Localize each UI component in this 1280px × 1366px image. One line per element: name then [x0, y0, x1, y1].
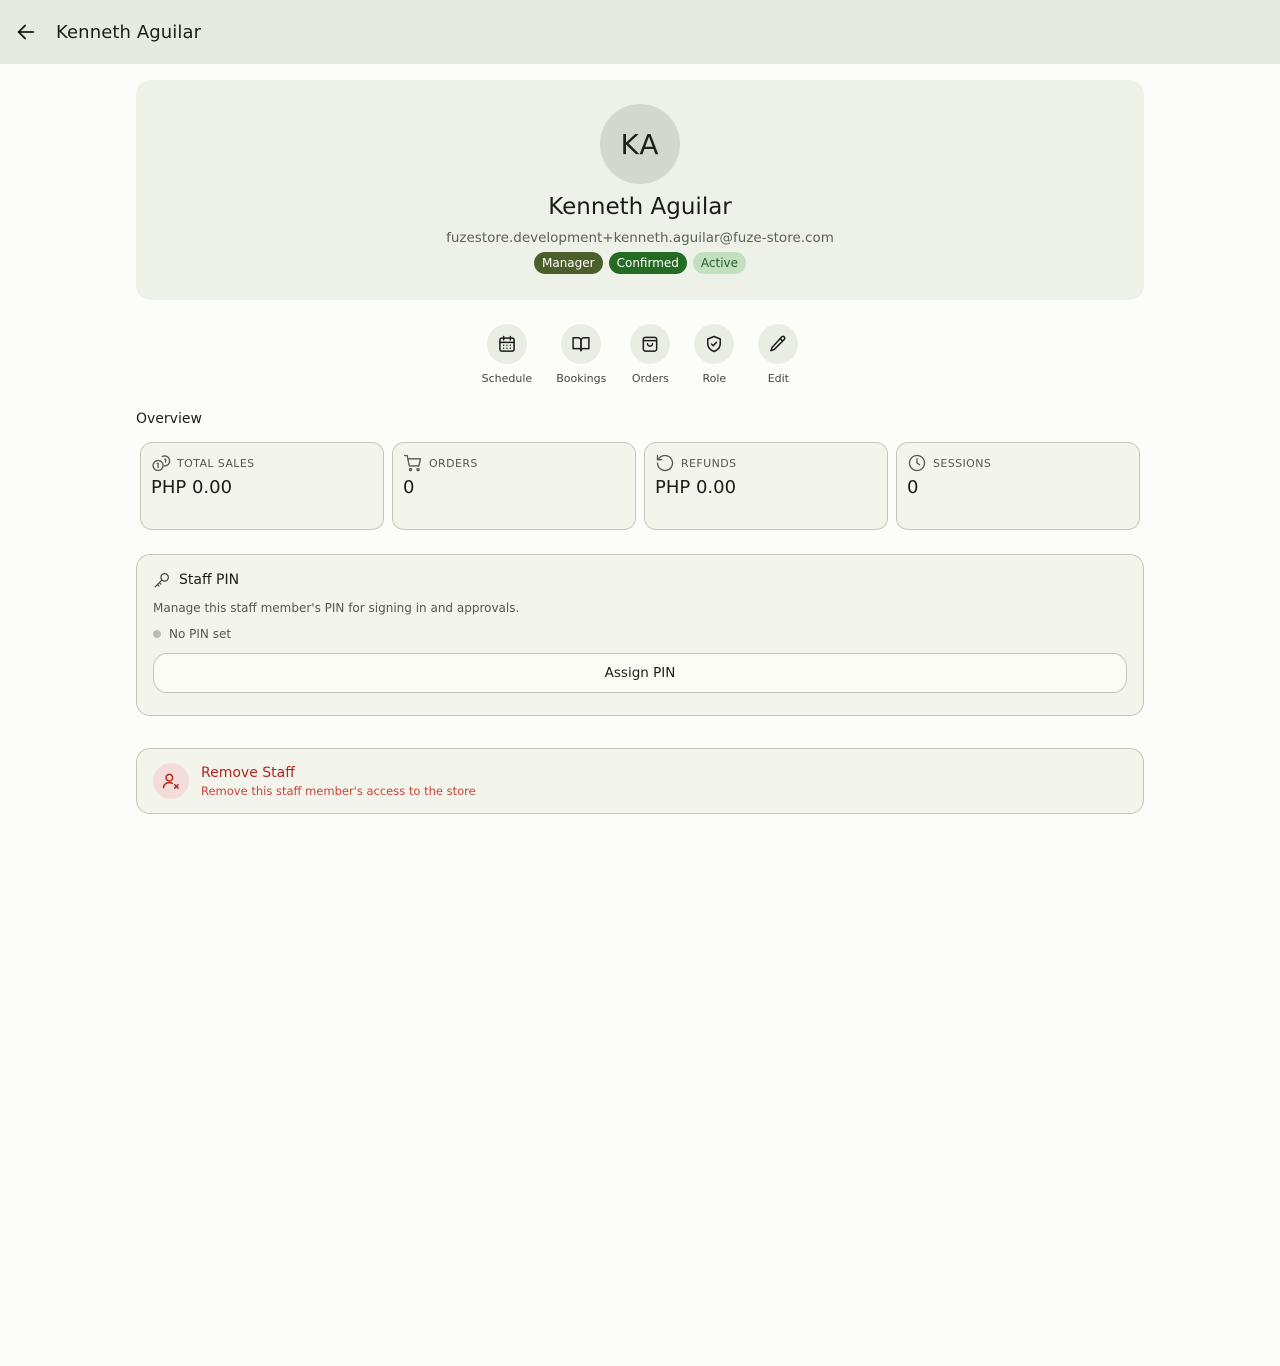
assign-pin-button[interactable]: Assign PIN: [153, 653, 1127, 693]
app-bar: Kenneth Aguilar: [0, 0, 1280, 64]
stat-orders: ORDERS 0: [392, 442, 636, 530]
pin-status-text: No PIN set: [169, 627, 232, 641]
staff-pin-card: Staff PIN Manage this staff member's PIN…: [136, 554, 1144, 716]
overview-title: Overview: [136, 411, 202, 427]
back-button[interactable]: [6, 12, 46, 52]
bookings-label: Bookings: [556, 372, 607, 385]
clock-icon: [908, 454, 926, 472]
pencil-icon: [770, 335, 786, 352]
cart-icon: [404, 454, 422, 472]
shopping-bag-icon: [642, 336, 658, 352]
page-title: Kenneth Aguilar: [56, 21, 202, 43]
remove-staff-button[interactable]: Remove Staff Remove this staff member's …: [136, 748, 1144, 814]
confirmed-badge: Confirmed: [608, 252, 687, 274]
pin-title: Staff PIN: [179, 572, 240, 588]
schedule-label: Schedule: [481, 372, 533, 385]
orders-label: Orders: [631, 372, 669, 385]
stat-refunds: REFUNDS PHP 0.00: [644, 442, 888, 530]
coins-icon: [152, 455, 171, 472]
schedule-action[interactable]: Schedule: [481, 324, 533, 385]
role-badge: Manager: [533, 252, 603, 274]
edit-label: Edit: [767, 372, 789, 385]
stat-value: PHP 0.00: [655, 477, 737, 498]
status-dot: [153, 630, 161, 638]
stat-value: PHP 0.00: [151, 477, 233, 498]
status-badges: Manager Confirmed Active: [533, 252, 747, 274]
arrow-left-icon: [17, 24, 35, 40]
stat-value: 0: [403, 477, 415, 498]
quick-actions: Schedule Bookings Orders Role Edit: [0, 324, 1280, 385]
stat-sessions: SESSIONS 0: [896, 442, 1140, 530]
role-label: Role: [702, 372, 727, 385]
stat-value: 0: [907, 477, 919, 498]
orders-action[interactable]: Orders: [630, 324, 671, 385]
remove-staff-title: Remove Staff: [201, 764, 295, 781]
calendar-icon: [499, 335, 515, 352]
pin-description: Manage this staff member's PIN for signi…: [153, 601, 520, 615]
stat-label: SESSIONS: [933, 456, 992, 470]
shield-check-icon: [707, 335, 722, 353]
profile-email: fuzestore.development+kenneth.aguilar@fu…: [446, 230, 834, 246]
stat-total-sales: TOTAL SALES PHP 0.00: [140, 442, 384, 530]
stat-label: TOTAL SALES: [177, 456, 255, 470]
profile-name: Kenneth Aguilar: [548, 194, 732, 220]
active-badge: Active: [692, 252, 747, 274]
stat-label: ORDERS: [429, 456, 478, 470]
overview-stats: TOTAL SALES PHP 0.00 ORDERS 0 REFUNDS PH…: [140, 442, 1140, 530]
remove-staff-description: Remove this staff member's access to the…: [201, 783, 476, 798]
avatar: KA: [600, 104, 680, 184]
rotate-ccw-icon: [656, 454, 674, 472]
key-icon: [154, 573, 169, 588]
edit-action[interactable]: Edit: [758, 324, 799, 385]
stat-label: REFUNDS: [681, 456, 737, 470]
profile-card: KA Kenneth Aguilar fuzestore.development…: [136, 80, 1144, 300]
pin-status: No PIN set: [153, 627, 1127, 641]
user-x-icon: [162, 773, 179, 789]
bookings-action[interactable]: Bookings: [556, 324, 606, 385]
book-open-icon: [572, 337, 590, 352]
role-action[interactable]: Role: [694, 324, 735, 385]
